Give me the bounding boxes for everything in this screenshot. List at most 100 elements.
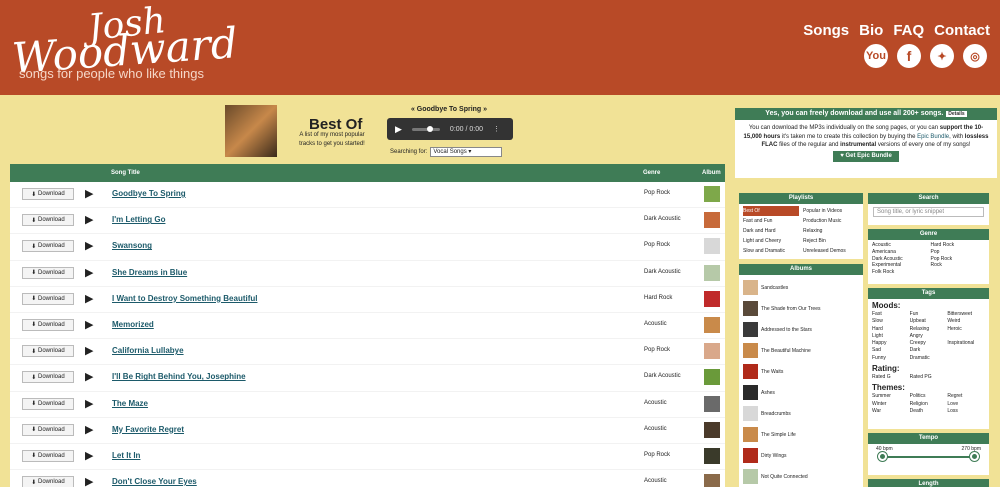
youtube-icon[interactable]: You xyxy=(864,44,888,68)
download-button[interactable]: ⬇ Download xyxy=(22,476,74,487)
album-item[interactable]: Not Quite Connected xyxy=(739,466,863,487)
play-icon[interactable]: ▶ xyxy=(395,124,402,135)
song-title-link[interactable]: The Maze xyxy=(112,399,148,408)
album-item[interactable]: The Shade from Our Trees xyxy=(739,298,863,319)
tag-link[interactable]: Happy xyxy=(872,340,910,347)
album-item[interactable]: Addressed to the Stars xyxy=(739,319,863,340)
more-options-icon[interactable]: ⋮ xyxy=(493,125,500,133)
album-thumbnail[interactable] xyxy=(704,447,720,464)
search-input[interactable]: Song title, or lyric snippet xyxy=(873,207,984,217)
tag-link[interactable]: Politics xyxy=(910,393,948,400)
tag-link[interactable]: Relaxing xyxy=(910,326,948,333)
tag-link[interactable] xyxy=(947,347,985,354)
album-thumbnail[interactable] xyxy=(704,395,720,412)
nav-contact[interactable]: Contact xyxy=(934,22,990,39)
download-button[interactable]: ⬇ Download xyxy=(22,266,74,279)
tag-link[interactable]: Angry xyxy=(910,333,948,340)
genre-link[interactable]: Folk Rock xyxy=(872,269,927,276)
tag-link[interactable]: Fast xyxy=(872,311,910,318)
tag-link[interactable]: Heroic xyxy=(947,326,985,333)
tag-link[interactable]: Fun xyxy=(910,311,948,318)
genre-link[interactable]: Pop Rock xyxy=(931,256,986,263)
tag-link[interactable]: Rated PG xyxy=(910,374,948,381)
download-button[interactable]: ⬇ Download xyxy=(22,371,74,384)
song-title-link[interactable]: I'll Be Right Behind You, Josephine xyxy=(112,372,246,381)
tempo-min-handle[interactable] xyxy=(878,452,887,461)
tag-link[interactable]: Bittersweet xyxy=(947,311,985,318)
tempo-slider[interactable] xyxy=(878,452,979,462)
instagram-icon[interactable]: ◎ xyxy=(963,44,987,68)
genre-link[interactable]: Experimental xyxy=(872,262,927,269)
play-icon[interactable]: ▶ xyxy=(85,424,93,436)
playlist-link[interactable]: Dark and Hard xyxy=(743,226,799,236)
song-title-link[interactable]: Let It In xyxy=(112,451,140,460)
play-icon[interactable]: ▶ xyxy=(85,319,93,331)
tag-link[interactable]: Rated G xyxy=(872,374,910,381)
download-button[interactable]: ⬇ Download xyxy=(22,449,74,462)
tag-link[interactable]: Creepy xyxy=(910,340,948,347)
playlist-link[interactable]: Popular in Videos xyxy=(803,206,859,216)
tag-link[interactable] xyxy=(947,355,985,362)
download-button[interactable]: ⬇ Download xyxy=(22,318,74,331)
album-item[interactable]: The Waits xyxy=(739,361,863,382)
tag-link[interactable]: Slow xyxy=(872,318,910,325)
album-item[interactable]: Ashes xyxy=(739,382,863,403)
playlist-link[interactable]: Reject Bin xyxy=(803,236,859,246)
tag-link[interactable]: Upbeat xyxy=(910,318,948,325)
nav-bio[interactable]: Bio xyxy=(859,22,883,39)
album-thumbnail[interactable] xyxy=(704,316,720,333)
album-thumbnail[interactable] xyxy=(704,238,720,255)
download-button[interactable]: ⬇ Download xyxy=(22,397,74,410)
song-title-link[interactable]: Memorized xyxy=(112,320,154,329)
album-thumbnail[interactable] xyxy=(704,421,720,438)
nav-faq[interactable]: FAQ xyxy=(893,22,924,39)
song-title-link[interactable]: California Lullabye xyxy=(112,346,184,355)
tag-link[interactable]: Regret xyxy=(947,393,985,400)
song-title-link[interactable]: I Want to Destroy Something Beautiful xyxy=(112,294,257,303)
tag-link[interactable]: Loss xyxy=(947,408,985,415)
play-icon[interactable]: ▶ xyxy=(85,345,93,357)
epic-bundle-link[interactable]: Epic Bundle xyxy=(917,134,949,140)
tempo-max-handle[interactable] xyxy=(970,452,979,461)
album-item[interactable]: The Simple Life xyxy=(739,424,863,445)
album-thumbnail[interactable] xyxy=(704,264,720,281)
details-button[interactable]: Details xyxy=(946,111,967,117)
download-button[interactable]: ⬇ Download xyxy=(22,188,74,200)
genre-link[interactable]: Hard Rock xyxy=(931,242,986,249)
genre-link[interactable]: Acoustic xyxy=(872,242,927,249)
play-icon[interactable]: ▶ xyxy=(85,188,93,200)
album-item[interactable]: The Beautiful Machine xyxy=(739,340,863,361)
tag-link[interactable]: Light xyxy=(872,333,910,340)
download-button[interactable]: ⬇ Download xyxy=(22,240,74,253)
play-icon[interactable]: ▶ xyxy=(85,293,93,305)
download-button[interactable]: ⬇ Download xyxy=(22,214,74,227)
song-title-link[interactable]: I'm Letting Go xyxy=(112,215,165,224)
song-title-link[interactable]: She Dreams in Blue xyxy=(112,268,187,277)
genre-link[interactable]: Dark Acoustic xyxy=(872,256,927,263)
search-filter-select[interactable]: Vocal Songs ▾ xyxy=(430,147,503,157)
playlist-link[interactable]: Best Of xyxy=(743,206,799,216)
playlist-link[interactable]: Relaxing xyxy=(803,226,859,236)
play-icon[interactable]: ▶ xyxy=(85,267,93,279)
playlist-link[interactable]: Production Music xyxy=(803,216,859,226)
album-thumbnail[interactable] xyxy=(704,290,720,307)
album-thumbnail[interactable] xyxy=(704,212,720,229)
tag-link[interactable]: Love xyxy=(947,401,985,408)
play-icon[interactable]: ▶ xyxy=(85,240,93,252)
get-epic-bundle-button[interactable]: ♥ Get Epic Bundle xyxy=(833,150,899,162)
tag-link[interactable]: Hard xyxy=(872,326,910,333)
playlist-link[interactable]: Fast and Fun xyxy=(743,216,799,226)
tag-link[interactable]: Religion xyxy=(910,401,948,408)
download-button[interactable]: ⬇ Download xyxy=(22,345,74,358)
download-button[interactable]: ⬇ Download xyxy=(22,292,74,305)
tag-link[interactable] xyxy=(947,374,985,381)
genre-link[interactable]: Americana xyxy=(872,249,927,256)
twitter-icon[interactable]: ✦ xyxy=(930,44,954,68)
album-item[interactable]: Dirty Wings xyxy=(739,445,863,466)
playlist-link[interactable]: Slow and Dramatic xyxy=(743,246,799,256)
album-thumbnail[interactable] xyxy=(704,369,720,386)
play-icon[interactable]: ▶ xyxy=(85,214,93,226)
facebook-icon[interactable]: f xyxy=(897,44,921,68)
song-title-link[interactable]: Goodbye To Spring xyxy=(112,189,186,198)
song-title-link[interactable]: Swansong xyxy=(112,241,152,250)
